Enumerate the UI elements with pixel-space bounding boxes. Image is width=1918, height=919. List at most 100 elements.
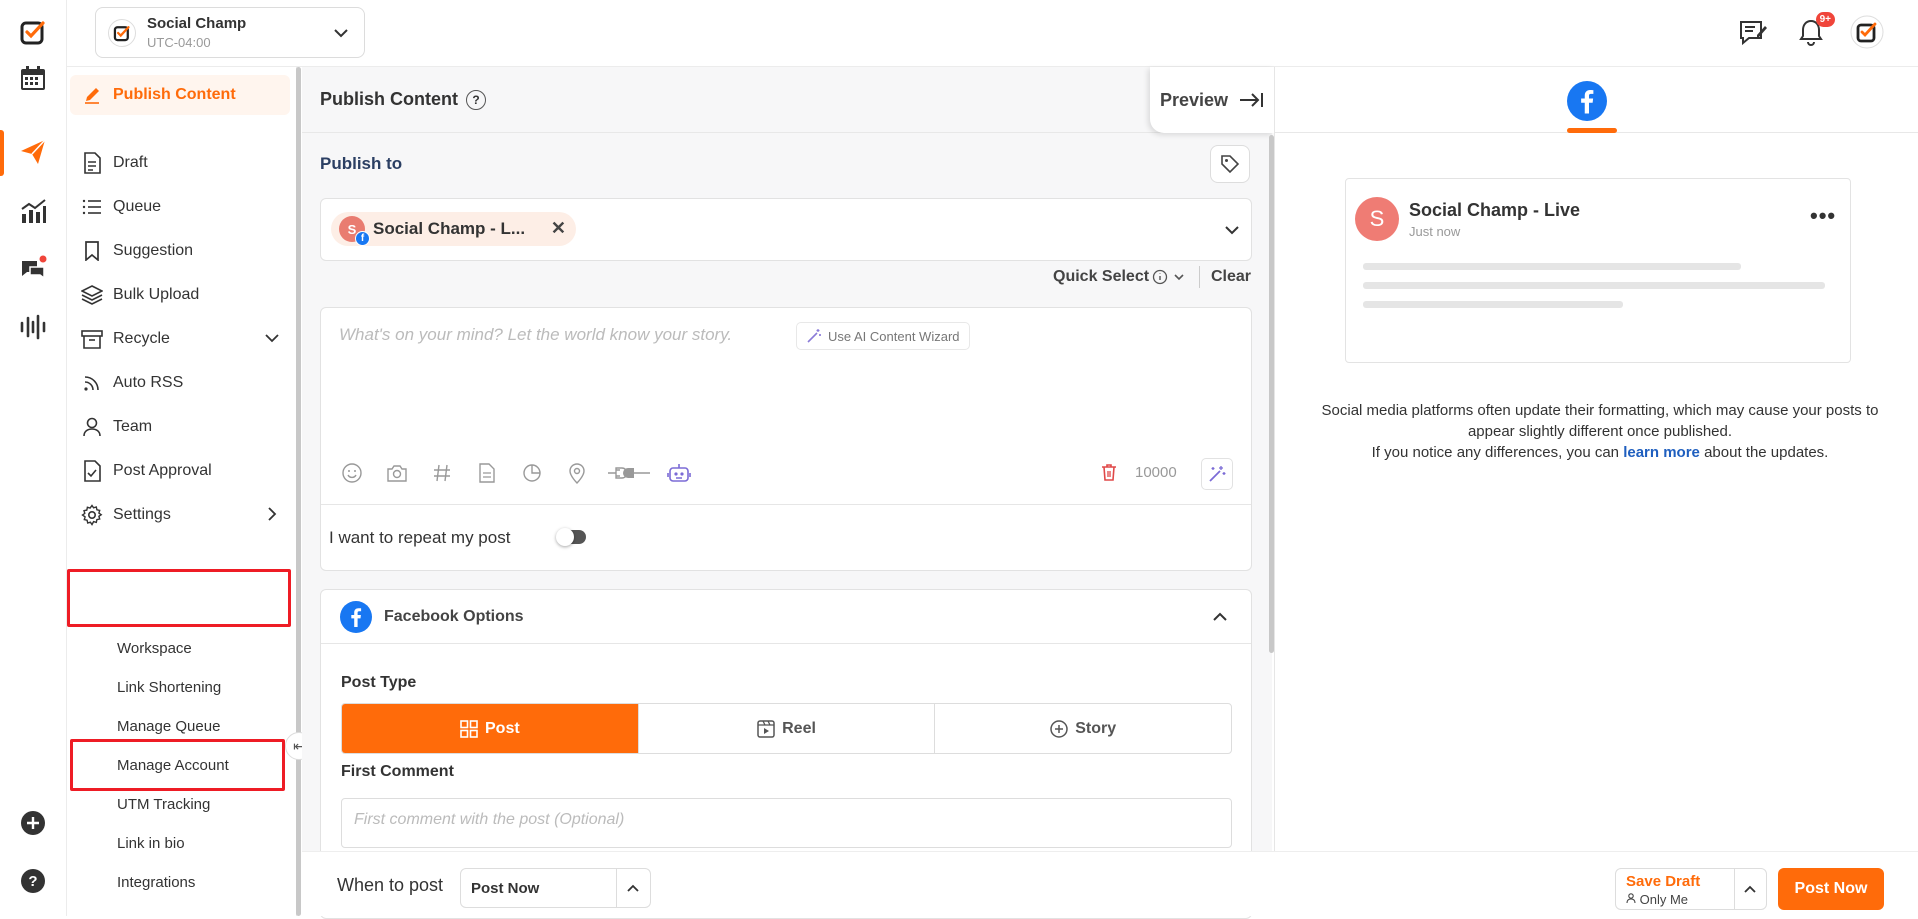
hashtag-icon[interactable] — [429, 460, 455, 486]
save-draft-button[interactable]: Save Draft Only Me — [1615, 868, 1767, 910]
plugin-icon[interactable] — [607, 460, 651, 486]
audio-wave-icon[interactable] — [15, 309, 51, 345]
save-draft-visibility: Only Me — [1626, 892, 1688, 907]
user-icon — [81, 416, 103, 438]
divider — [321, 504, 1251, 505]
user-icon — [1626, 893, 1636, 904]
when-to-post-select[interactable]: Post Now — [460, 868, 651, 908]
camera-icon[interactable] — [384, 460, 410, 486]
trash-icon[interactable] — [1101, 463, 1117, 486]
post-type-post[interactable]: Post — [342, 704, 639, 753]
settings-sub-manage-account[interactable]: Manage Account — [117, 755, 229, 777]
settings-sub-integrations[interactable]: Integrations — [117, 872, 195, 894]
robot-icon[interactable] — [666, 460, 692, 486]
rail-active-indicator — [0, 130, 4, 176]
footer-bar: When to post Post Now Save Draft Only Me… — [302, 851, 1918, 916]
sidebar-item-label: Publish Content — [113, 86, 236, 103]
post-now-button[interactable]: Post Now — [1778, 868, 1884, 910]
divider — [1199, 266, 1200, 288]
help-icon[interactable]: ? — [15, 863, 51, 899]
sidebar-item-post-approval[interactable]: Post Approval — [70, 451, 290, 491]
editor-placeholder[interactable]: What's on your mind? Let the world know … — [339, 325, 732, 345]
facebook-tab-icon[interactable] — [1567, 81, 1607, 121]
learn-more-link[interactable]: learn more — [1623, 444, 1700, 461]
grid-icon — [460, 719, 478, 738]
profile-avatar[interactable] — [1849, 14, 1885, 50]
facebook-icon — [340, 601, 372, 638]
first-comment-label: First Comment — [341, 763, 454, 780]
location-pin-icon[interactable] — [564, 460, 590, 486]
divider — [616, 869, 617, 907]
settings-sub-manage-queue[interactable]: Manage Queue — [117, 716, 220, 738]
settings-sub-link-shortening[interactable]: Link Shortening — [117, 677, 221, 699]
post-editor[interactable]: What's on your mind? Let the world know … — [320, 307, 1252, 571]
sidebar-item-draft[interactable]: Draft — [70, 143, 290, 183]
document-icon[interactable] — [474, 460, 500, 486]
add-circle-icon[interactable] — [15, 805, 51, 841]
post-type-story[interactable]: Story — [935, 704, 1231, 753]
help-circle-icon[interactable]: ? — [466, 90, 486, 111]
chevron-up-icon[interactable] — [625, 880, 641, 901]
chevron-up-icon[interactable] — [1211, 608, 1229, 631]
note-line: If you notice any differences, you can l… — [1371, 444, 1829, 461]
settings-sub-workspace[interactable]: Workspace — [117, 638, 192, 660]
account-selector[interactable]: Sf Social Champ - L... ✕ — [320, 198, 1252, 261]
quick-select-button[interactable]: Quick Select — [1053, 268, 1149, 286]
more-options-icon[interactable]: ••• — [1810, 203, 1836, 229]
info-chevron-icon[interactable] — [1152, 268, 1188, 291]
sidebar-scrollbar[interactable] — [296, 67, 301, 916]
sidebar-item-label: Recycle — [113, 330, 170, 347]
chevron-up-icon[interactable] — [1742, 881, 1758, 902]
settings-sub-link-in-bio[interactable]: Link in bio — [117, 833, 185, 855]
settings-sub-utm-tracking[interactable]: UTM Tracking — [117, 794, 210, 816]
facebook-options-title: Facebook Options — [384, 608, 524, 625]
facebook-icon: f — [355, 231, 370, 246]
sidebar-item-publish-content[interactable]: Publish Content — [70, 75, 290, 115]
sidebar-item-label: Team — [113, 418, 153, 435]
ai-content-wizard-button[interactable]: Use AI Content Wizard — [796, 322, 970, 350]
emoji-icon[interactable] — [339, 460, 365, 486]
inbox-chat-icon[interactable] — [15, 251, 51, 287]
sidebar-item-settings[interactable]: Settings — [70, 495, 290, 535]
sidebar-item-label: Draft — [113, 154, 148, 171]
sidebar-item-bulk-upload[interactable]: Bulk Upload — [70, 275, 290, 315]
layers-icon — [81, 284, 103, 306]
sidebar-item-recycle[interactable]: Recycle — [70, 319, 290, 359]
repeat-post-toggle[interactable] — [556, 528, 586, 546]
placeholder-line — [1363, 263, 1741, 270]
ai-wizard-label: Use AI Content Wizard — [828, 328, 960, 344]
notes-edit-icon[interactable] — [1735, 14, 1771, 50]
preview-toggle-button[interactable]: Preview — [1150, 67, 1274, 133]
sidebar-item-queue[interactable]: Queue — [70, 187, 290, 227]
selected-account-name: Social Champ - L... — [373, 219, 526, 238]
ai-wand-button[interactable] — [1201, 458, 1233, 490]
analytics-icon[interactable] — [15, 193, 51, 229]
sidebar-item-team[interactable]: Team — [70, 407, 290, 447]
workspace-selector[interactable]: Social Champ UTC-04:00 — [95, 7, 365, 58]
note-line: Social media platforms often update thei… — [1321, 402, 1879, 440]
pencil-icon — [81, 84, 103, 106]
facebook-options-header[interactable]: Facebook Options — [321, 590, 1251, 644]
first-comment-input[interactable]: First comment with the post (Optional) — [341, 798, 1232, 848]
plus-circle-icon — [1050, 719, 1068, 738]
character-count: 10000 — [1135, 464, 1177, 481]
sidebar-item-suggestion[interactable]: Suggestion — [70, 231, 290, 271]
tag-button[interactable] — [1210, 145, 1250, 183]
formatting-note: Social media platforms often update thei… — [1305, 400, 1895, 463]
chevron-down-icon — [264, 330, 280, 351]
close-icon[interactable]: ✕ — [551, 218, 566, 239]
selected-account-chip[interactable]: Sf Social Champ - L... ✕ — [331, 212, 576, 246]
pie-chart-icon[interactable] — [519, 460, 545, 486]
calendar-icon[interactable] — [15, 60, 51, 96]
clear-button[interactable]: Clear — [1211, 268, 1251, 286]
post-type-reel[interactable]: Reel — [639, 704, 936, 753]
send-icon[interactable] — [15, 134, 51, 170]
social-champ-logo-icon[interactable] — [15, 14, 51, 50]
post-type-label-text: Post — [485, 719, 520, 737]
bell-icon[interactable]: 9+ — [1793, 12, 1835, 50]
document-check-icon — [81, 460, 103, 482]
chevron-down-icon[interactable] — [1223, 221, 1241, 244]
svg-text:?: ? — [28, 873, 37, 890]
sidebar-item-auto-rss[interactable]: Auto RSS — [70, 363, 290, 403]
publish-to-label: Publish to — [320, 154, 403, 173]
